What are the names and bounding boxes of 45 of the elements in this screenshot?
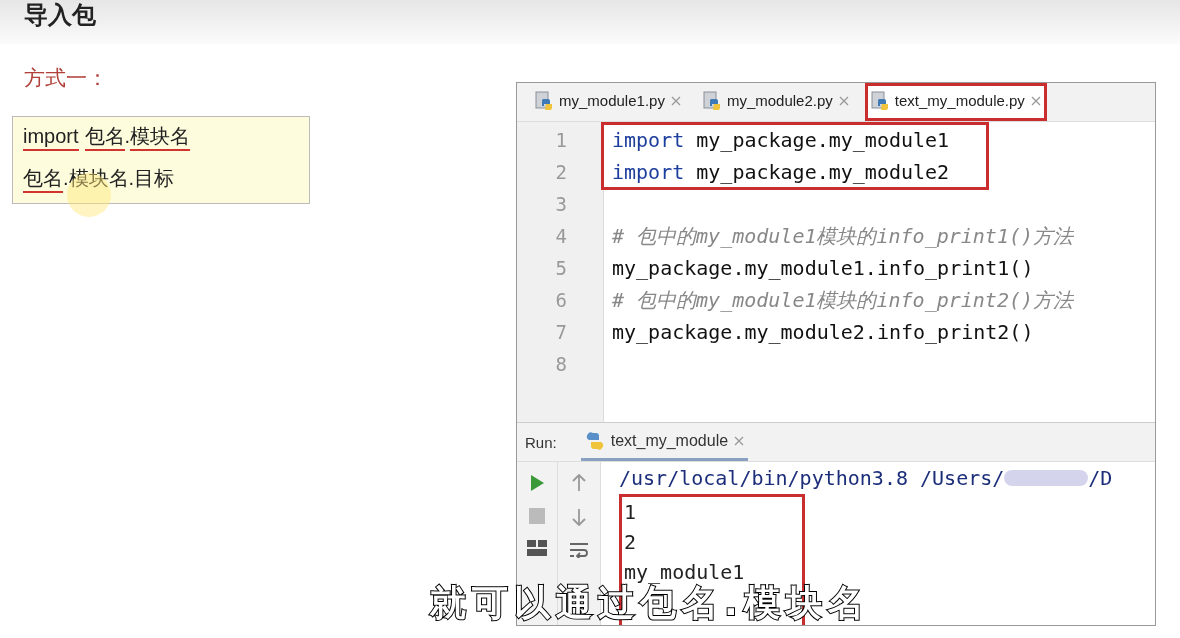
up-arrow-icon[interactable] xyxy=(572,474,586,492)
python-icon xyxy=(584,430,605,451)
console-command: /usr/local/bin/python3.8 /Users/ xyxy=(619,466,1005,490)
file-tab[interactable]: my_module1.py xyxy=(529,83,687,121)
close-icon[interactable] xyxy=(1030,95,1041,106)
close-icon[interactable] xyxy=(734,435,745,446)
syntax-text: 模块名 xyxy=(130,125,191,151)
console-command: /D xyxy=(1088,466,1113,490)
line-number: 3 xyxy=(554,193,567,215)
python-file-icon xyxy=(702,90,721,111)
down-arrow-icon[interactable] xyxy=(572,508,586,526)
syntax-text: 包名 xyxy=(23,167,63,193)
line-number: 6 xyxy=(554,289,567,311)
code-comment: # 包中的my_module1模块的info_print1()方法 xyxy=(612,222,1074,250)
code-line: import my_package.my_module2 xyxy=(612,160,950,184)
file-tab[interactable]: text_my_module.py xyxy=(864,83,1047,121)
close-icon[interactable] xyxy=(670,95,681,106)
code-line: my_package.my_module2.info_print2() xyxy=(612,320,1034,344)
python-file-icon xyxy=(535,90,553,111)
code-comment: # 包中的my_module1模块的info_print2()方法 xyxy=(612,286,1074,314)
python-file-icon xyxy=(870,90,889,111)
file-tab[interactable]: my_module2.py xyxy=(696,83,855,121)
syntax-text: .模块名.目标 xyxy=(63,167,175,189)
console-output: 2 xyxy=(624,529,638,556)
run-label: Run: xyxy=(525,433,557,451)
method-label: 方式一： xyxy=(24,65,109,91)
line-number: 2 xyxy=(554,161,567,183)
run-tab[interactable]: text_my_module xyxy=(580,423,749,461)
layout-icon[interactable] xyxy=(527,540,547,556)
close-icon[interactable] xyxy=(838,95,849,106)
line-number: 8 xyxy=(554,353,567,375)
code-line: import my_package.my_module1 xyxy=(612,128,950,152)
syntax-text: 包名 xyxy=(84,125,125,151)
line-number: 5 xyxy=(554,257,567,279)
slide-title: 导入包 xyxy=(24,0,96,30)
console-output: 1 xyxy=(624,499,638,526)
line-number: 4 xyxy=(554,225,567,247)
syntax-text: . xyxy=(124,125,131,147)
code-line: my_package.my_module1.info_print1() xyxy=(612,256,1034,280)
soft-wrap-icon[interactable] xyxy=(569,542,589,558)
syntax-text: import xyxy=(23,125,79,151)
line-number: 1 xyxy=(554,129,567,151)
console-output: my_module1 xyxy=(624,559,746,584)
run-icon[interactable] xyxy=(529,474,545,492)
line-number: 7 xyxy=(554,321,567,343)
